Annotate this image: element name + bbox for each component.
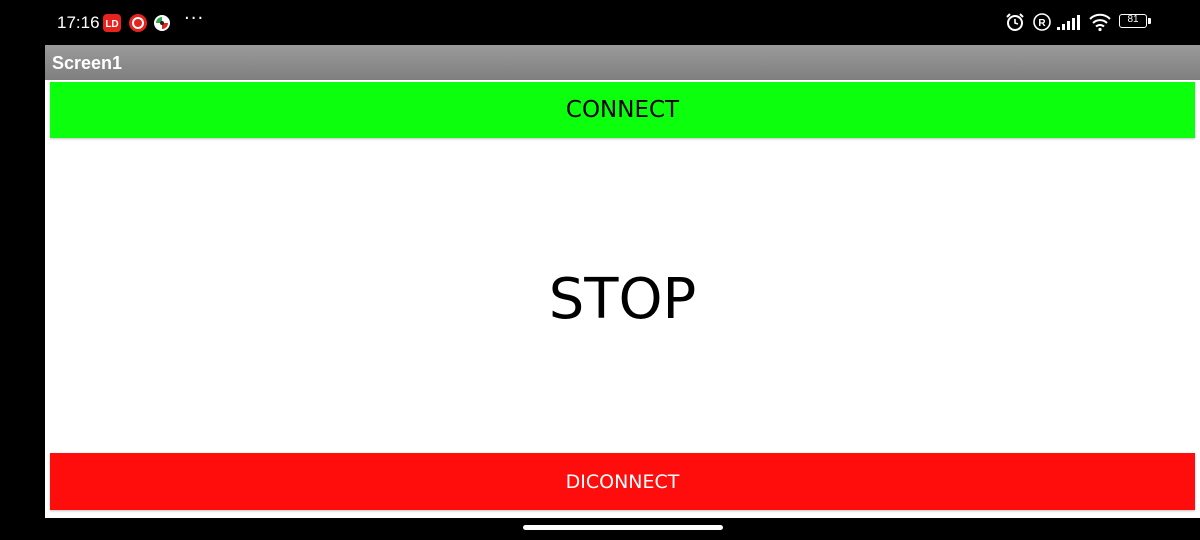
more-notifications-icon: ··· bbox=[184, 8, 205, 29]
wifi-icon bbox=[1088, 12, 1112, 32]
battery-cap bbox=[1148, 18, 1151, 24]
disconnect-button[interactable]: DICONNECT bbox=[50, 453, 1195, 510]
app-screen: Screen1 CONNECT STOP DICONNECT bbox=[45, 45, 1200, 518]
status-bar: 17:16 LD ··· R 81 bbox=[0, 0, 1200, 45]
title-bar: Screen1 bbox=[45, 45, 1200, 80]
ld-store-icon bbox=[129, 14, 147, 32]
status-time: 17:16 bbox=[57, 13, 100, 32]
battery-level: 81 bbox=[1127, 14, 1139, 25]
battery-icon: 81 bbox=[1119, 14, 1147, 28]
motor-status-label: STOP bbox=[548, 267, 697, 332]
alarm-icon bbox=[1005, 12, 1025, 32]
svg-text:R: R bbox=[1038, 18, 1046, 29]
screen-title: Screen1 bbox=[52, 53, 123, 73]
home-indicator[interactable] bbox=[523, 525, 723, 530]
app-notification-icon bbox=[153, 14, 171, 32]
registered-icon: R bbox=[1032, 12, 1052, 32]
ld-player-icon: LD bbox=[103, 14, 121, 32]
connect-button[interactable]: CONNECT bbox=[50, 82, 1195, 138]
svg-text:LD: LD bbox=[105, 19, 118, 30]
signal-icon bbox=[1056, 12, 1082, 32]
